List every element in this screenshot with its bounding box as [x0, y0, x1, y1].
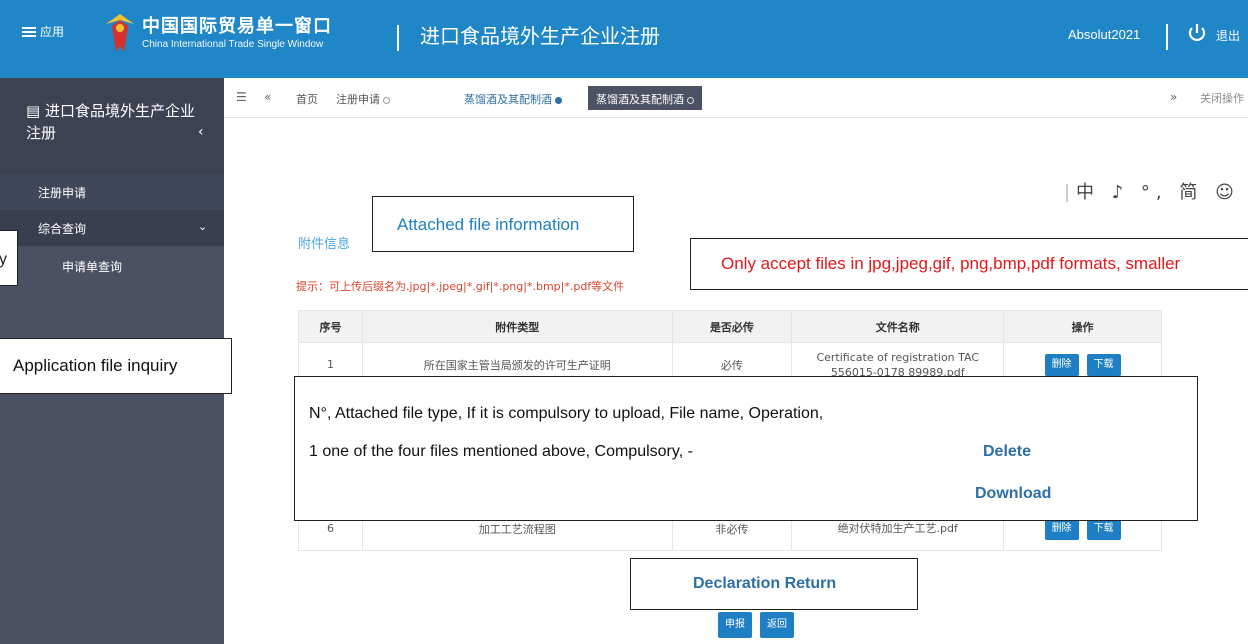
- tab-label: 首页: [296, 93, 318, 106]
- sidebar-item-application-inquiry[interactable]: 申请单查询: [0, 246, 224, 286]
- delete-button[interactable]: 删除: [1044, 353, 1079, 376]
- user-divider: [1166, 24, 1168, 50]
- annotation-file-formats: Only accept files in jpg,jpeg,gif, png,b…: [690, 238, 1248, 290]
- logout-link[interactable]: 退出: [1216, 27, 1240, 44]
- single-window-logo-icon: [106, 14, 134, 52]
- col-header-filename: 文件名称: [791, 310, 1005, 343]
- close-tabs-menu[interactable]: 关闭操作: [1200, 90, 1244, 106]
- annotation-delete: Delete: [983, 443, 1032, 460]
- attachment-section-label: 附件信息: [298, 237, 351, 252]
- upload-hint: 提示：可上传后缀名为.jpg|*.jpeg|*.gif|*.png|*.bmp|…: [296, 280, 625, 293]
- return-button[interactable]: 返回: [760, 612, 794, 638]
- ime-toolbar-icons: 中 ♪ °, 简 ☺: [1076, 182, 1240, 203]
- annotation-table-explainer: N°, Attached file type, If it is compuls…: [294, 376, 1198, 521]
- app-menu-label: 应用: [40, 25, 65, 39]
- tabs-next-icon[interactable]: »: [1170, 90, 1177, 104]
- declare-button[interactable]: 申报: [718, 612, 752, 638]
- tab-label: 蒸馏酒及其配制酒: [596, 93, 684, 106]
- collapse-sidebar-icon[interactable]: ‹: [198, 124, 204, 140]
- sidebar-header: ▤ 进口食品境外生产企业注册 ‹: [0, 78, 224, 174]
- tab-label: 注册申请: [336, 93, 380, 106]
- sidebar-item-register[interactable]: 注册申请: [0, 174, 224, 210]
- tab-home[interactable]: 首页: [288, 86, 326, 110]
- col-header-operation: 操作: [1003, 310, 1162, 343]
- tab-spirits[interactable]: 蒸馏酒及其配制酒: [588, 86, 702, 110]
- tab-close-icon[interactable]: [555, 96, 562, 104]
- annotation-line-2: 1 one of the four files mentioned above,…: [309, 443, 693, 460]
- app-menu-button[interactable]: 应用: [22, 23, 64, 40]
- brand-name-cn: 中国国际贸易单一窗口: [142, 16, 332, 37]
- ime-toolbar[interactable]: 中 ♪ °, 简 ☺: [1066, 178, 1240, 204]
- col-header-no: 序号: [298, 310, 363, 343]
- sidebar-item-label: 申请单查询: [62, 260, 123, 274]
- tabs-prev-icon[interactable]: «: [264, 90, 271, 104]
- hamburger-icon: [22, 26, 36, 37]
- annotation-attached-info: Attached file information: [372, 196, 634, 252]
- screen: { "header": { "menu_label": "应用", "brand…: [0, 0, 1248, 644]
- tab-close-icon[interactable]: [687, 96, 694, 104]
- sidebar-title: ▤ 进口食品境外生产企业注册: [26, 100, 196, 144]
- tab-spirits-current[interactable]: 蒸馏酒及其配制酒: [456, 86, 570, 110]
- annotation-partial: y: [0, 230, 18, 286]
- download-button[interactable]: 下载: [1086, 353, 1121, 376]
- user-name[interactable]: Absolut2021: [1068, 27, 1140, 42]
- table-header-row: 序号 附件类型 是否必传 文件名称 操作: [298, 310, 1162, 343]
- annotation-application-inquiry: Application file inquiry: [0, 338, 232, 394]
- sidebar-item-label: 注册申请: [38, 186, 87, 200]
- power-icon[interactable]: [1186, 22, 1208, 44]
- top-bar: 应用 中国国际贸易单一窗口 China International Trade …: [0, 0, 1248, 78]
- tab-label: 蒸馏酒及其配制酒: [464, 93, 552, 106]
- sidebar-title-text: 进口食品境外生产企业注册: [26, 102, 195, 142]
- sidebar-item-label: 综合查询: [38, 222, 87, 236]
- ime-handle: [1066, 184, 1068, 202]
- sidebar-item-query[interactable]: 综合查询 ⌄: [0, 210, 224, 246]
- col-header-required: 是否必传: [671, 310, 793, 343]
- annotation-declaration-return: Declaration Return: [630, 558, 918, 610]
- tab-close-icon[interactable]: [383, 96, 390, 104]
- title-divider: [397, 25, 399, 51]
- menu-toggle-icon[interactable]: ☰: [236, 90, 247, 104]
- annotation-download: Download: [975, 485, 1052, 502]
- tab-strip: ☰ « 首页 注册申请 蒸馏酒及其配制酒 蒸馏酒及其配制酒 » 关闭操作: [224, 78, 1248, 118]
- brand-name-en: China International Trade Single Window: [142, 39, 324, 50]
- chevron-down-icon: ⌄: [198, 220, 208, 233]
- annotation-line-1: N°, Attached file type, If it is compuls…: [309, 405, 824, 422]
- tab-register[interactable]: 注册申请: [328, 86, 398, 110]
- page-title: 进口食品境外生产企业注册: [420, 24, 660, 48]
- list-icon: ▤: [26, 102, 45, 120]
- col-header-type: 附件类型: [361, 310, 673, 343]
